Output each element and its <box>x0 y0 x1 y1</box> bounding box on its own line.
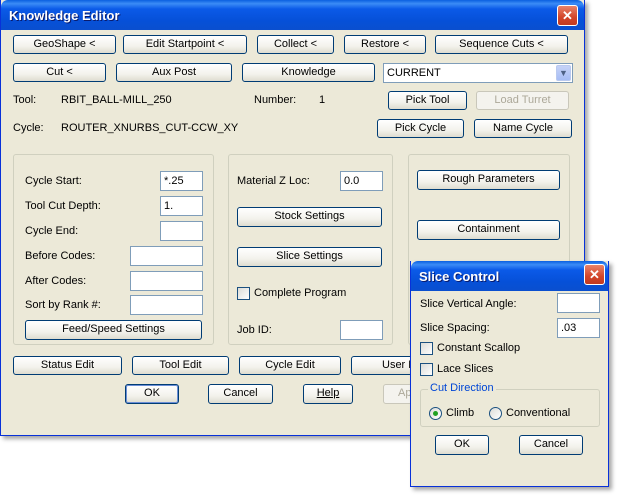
cycle-start-label: Cycle Start: <box>25 175 82 187</box>
containment-button[interactable]: Containment <box>417 220 560 240</box>
tool-cut-depth-input[interactable]: 1. <box>160 196 203 216</box>
tool-value: RBIT_BALL-MILL_250 <box>61 94 172 106</box>
close-icon[interactable]: ✕ <box>584 264 605 285</box>
lace-slices-checkbox[interactable] <box>420 363 433 376</box>
load-turret-button[interactable]: Load Turret <box>476 91 569 110</box>
conventional-radio[interactable] <box>489 407 502 420</box>
help-button[interactable]: Help <box>303 384 353 404</box>
geoshape-button[interactable]: GeoShape < <box>13 35 116 54</box>
name-cycle-button[interactable]: Name Cycle <box>474 119 572 138</box>
ok-button[interactable]: OK <box>125 384 179 404</box>
slice-control-window: Slice Control ✕ Slice Vertical Angle: Sl… <box>410 261 609 487</box>
status-edit-button[interactable]: Status Edit <box>13 356 122 375</box>
close-icon[interactable]: ✕ <box>557 5 578 26</box>
material-z-label: Material Z Loc: <box>237 175 310 187</box>
slice-cancel-button[interactable]: Cancel <box>519 435 583 455</box>
slice-control-titlebar: Slice Control ✕ <box>411 261 608 291</box>
before-codes-label: Before Codes: <box>25 250 96 262</box>
slice-control-title: Slice Control <box>419 269 500 284</box>
slice-vertical-angle-input[interactable] <box>557 293 600 313</box>
slice-settings-button[interactable]: Slice Settings <box>237 247 382 267</box>
cycle-end-label: Cycle End: <box>25 225 79 237</box>
slice-ok-button[interactable]: OK <box>435 435 489 455</box>
tool-label: Tool: <box>13 94 37 106</box>
complete-program-checkbox[interactable] <box>237 287 250 300</box>
window-title: Knowledge Editor <box>9 8 120 23</box>
climb-radio[interactable] <box>429 407 442 420</box>
cycle-edit-button[interactable]: Cycle Edit <box>239 356 341 375</box>
cycle-start-input[interactable]: *.25 <box>160 171 203 191</box>
mode-select[interactable]: CURRENT ▼ <box>383 63 573 83</box>
complete-program-label: Complete Program <box>254 287 347 299</box>
job-id-label: Job ID: <box>237 324 272 336</box>
sort-by-rank-input[interactable] <box>130 295 203 315</box>
aux-post-button[interactable]: Aux Post <box>116 63 232 82</box>
constant-scallop-checkbox[interactable] <box>420 342 433 355</box>
chevron-down-icon[interactable]: ▼ <box>556 65 571 81</box>
before-codes-input[interactable] <box>130 246 203 266</box>
cycle-label: Cycle: <box>13 122 44 134</box>
tool-cut-depth-label: Tool Cut Depth: <box>25 200 101 212</box>
feed-speed-settings-button[interactable]: Feed/Speed Settings <box>25 320 202 340</box>
job-id-input[interactable] <box>340 320 383 340</box>
number-label: Number: <box>254 94 297 106</box>
conventional-label: Conventional <box>506 407 571 419</box>
cycle-end-input[interactable] <box>160 221 203 241</box>
after-codes-input[interactable] <box>130 271 203 291</box>
lace-slices-label: Lace Slices <box>437 363 494 375</box>
rough-parameters-button[interactable]: Rough Parameters <box>417 170 560 190</box>
cycle-value: ROUTER_XNURBS_CUT-CCW_XY <box>61 122 239 134</box>
slice-vertical-angle-label: Slice Vertical Angle: <box>420 298 517 310</box>
cut-direction-legend: Cut Direction <box>428 382 496 394</box>
tool-edit-button[interactable]: Tool Edit <box>132 356 229 375</box>
mode-select-value: CURRENT <box>387 67 441 79</box>
sequence-cuts-button[interactable]: Sequence Cuts < <box>435 35 568 54</box>
restore-button[interactable]: Restore < <box>344 35 426 54</box>
sort-by-rank-label: Sort by Rank #: <box>25 299 101 311</box>
material-z-input[interactable]: 0.0 <box>340 171 383 191</box>
slice-spacing-label: Slice Spacing: <box>420 322 490 334</box>
knowledge-editor-titlebar: Knowledge Editor ✕ <box>1 0 584 30</box>
after-codes-label: After Codes: <box>25 275 87 287</box>
knowledge-button[interactable]: Knowledge <box>242 63 375 82</box>
cancel-button[interactable]: Cancel <box>208 384 273 404</box>
climb-label: Climb <box>446 407 475 419</box>
cut-button[interactable]: Cut < <box>13 63 106 82</box>
pick-cycle-button[interactable]: Pick Cycle <box>377 119 464 138</box>
number-value: 1 <box>319 94 326 106</box>
edit-startpoint-button[interactable]: Edit Startpoint < <box>123 35 247 54</box>
constant-scallop-label: Constant Scallop <box>437 342 521 354</box>
collect-button[interactable]: Collect < <box>257 35 334 54</box>
stock-settings-button[interactable]: Stock Settings <box>237 207 382 227</box>
pick-tool-button[interactable]: Pick Tool <box>388 91 467 110</box>
slice-spacing-input[interactable]: .03 <box>557 318 600 338</box>
